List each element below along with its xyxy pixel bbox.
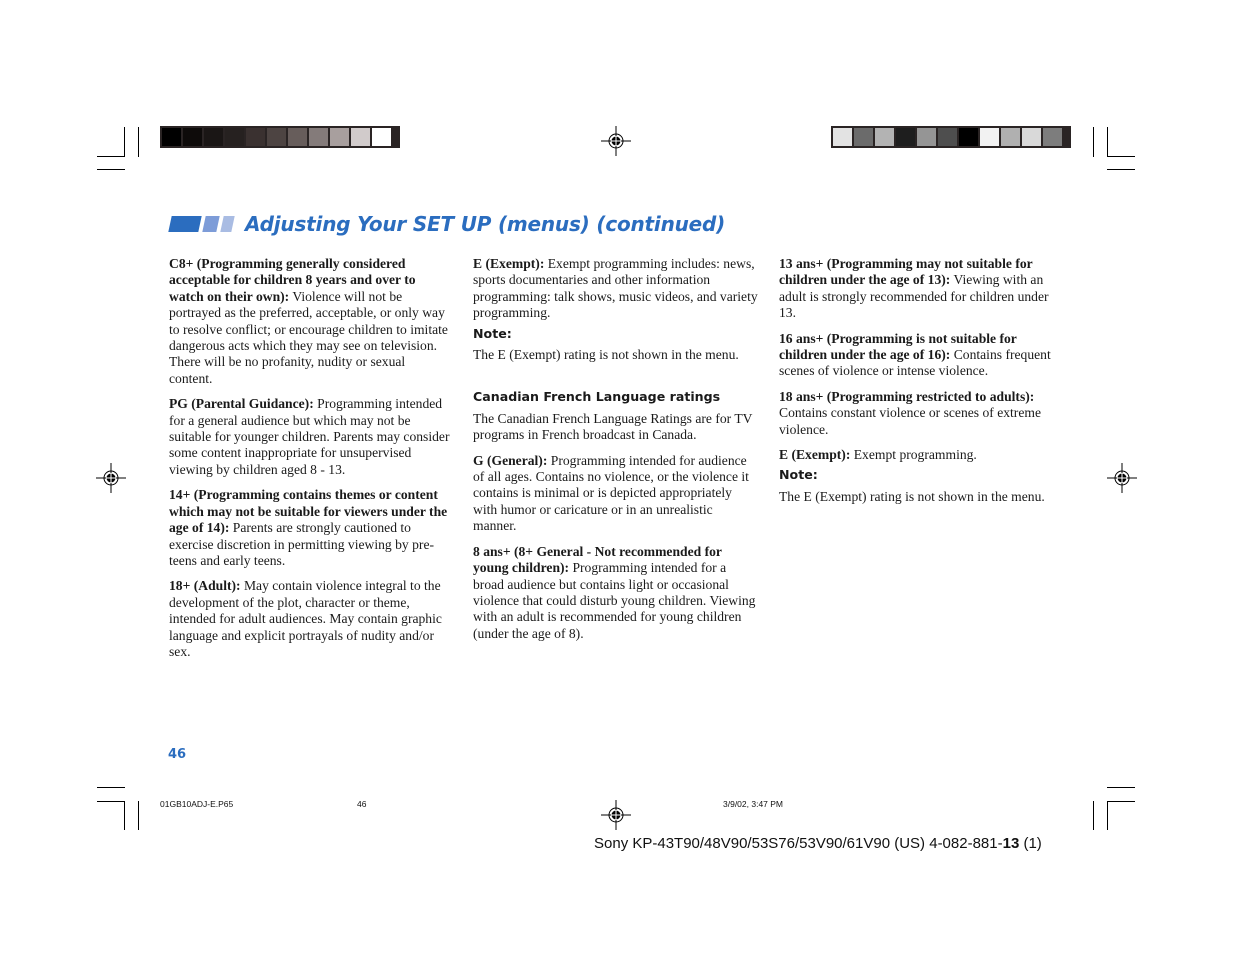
crop-mark xyxy=(97,801,125,802)
color-swatch xyxy=(288,128,307,146)
rating-term: G (General): xyxy=(473,452,548,468)
column-left: C8+ (Programming generally considered ac… xyxy=(169,256,451,669)
color-swatch xyxy=(267,128,286,146)
color-swatch xyxy=(875,128,894,146)
color-swatch xyxy=(1001,128,1020,146)
rating-entry: 8 ans+ (8+ General - Not recommended for… xyxy=(473,544,759,642)
color-swatch xyxy=(246,128,265,146)
crop-mark xyxy=(97,156,125,157)
rating-entry: C8+ (Programming generally considered ac… xyxy=(169,256,451,387)
crop-mark xyxy=(1093,801,1094,830)
color-swatch xyxy=(833,128,852,146)
crop-mark xyxy=(1107,801,1135,802)
rating-term: 18+ (Adult): xyxy=(169,578,241,594)
rating-term: E (Exempt): xyxy=(779,447,851,463)
grayscale-color-bar-right xyxy=(831,126,1071,148)
rating-entry: 14+ (Programming contains themes or cont… xyxy=(169,487,451,569)
crop-mark xyxy=(1093,127,1094,157)
registration-mark-icon xyxy=(601,126,631,156)
column-middle: E (Exempt): Exempt programming includes:… xyxy=(473,256,759,651)
color-swatch xyxy=(162,128,181,146)
color-swatch xyxy=(372,128,391,146)
column-right: 13 ans+ (Programming may not suitable fo… xyxy=(779,256,1063,514)
crop-mark xyxy=(1107,169,1135,170)
crop-mark xyxy=(124,801,125,830)
rating-entry: 16 ans+ (Programming is not suitable for… xyxy=(779,331,1063,380)
color-swatch xyxy=(330,128,349,146)
crop-mark xyxy=(1107,787,1135,788)
rating-entry: E (Exempt): Exempt programming includes:… xyxy=(473,256,759,322)
crop-mark xyxy=(1107,801,1108,830)
crop-mark xyxy=(97,169,125,170)
rating-term: 18 ans+ (Programming restricted to adult… xyxy=(779,388,1035,404)
slug-datetime: 3/9/02, 3:47 PM xyxy=(723,799,784,809)
rating-term: PG (Parental Guidance): xyxy=(169,396,314,412)
note-label: Note: xyxy=(779,467,818,483)
model-footer: Sony KP-43T90/48V90/53S76/53V90/61V90 (U… xyxy=(594,835,1042,852)
color-swatch xyxy=(980,128,999,146)
color-swatch xyxy=(1043,128,1062,146)
color-swatch xyxy=(183,128,202,146)
rating-entry: 18 ans+ (Programming restricted to adult… xyxy=(779,389,1063,438)
rating-term: E (Exempt): xyxy=(473,256,545,271)
rating-description: Contains constant violence or scenes of … xyxy=(779,405,1041,437)
slug-filename: 01GB10ADJ-E.P65 xyxy=(160,799,234,809)
rating-entry: E (Exempt): Exempt programming. xyxy=(779,447,1063,463)
color-swatch xyxy=(917,128,936,146)
title-decoration-icon xyxy=(168,216,235,232)
section-header: Adjusting Your SET UP (menus) (continued… xyxy=(168,212,726,236)
note-text: The E (Exempt) rating is not shown in th… xyxy=(779,488,1045,504)
color-swatch xyxy=(854,128,873,146)
color-swatch xyxy=(204,128,223,146)
crop-mark xyxy=(1107,127,1108,157)
crop-mark xyxy=(1107,156,1135,157)
slug-page: 46 xyxy=(357,799,367,809)
color-swatch xyxy=(1022,128,1041,146)
color-swatch xyxy=(938,128,957,146)
registration-mark-icon xyxy=(1107,463,1137,493)
note-label: Note: xyxy=(473,325,512,341)
rating-description: Exempt programming. xyxy=(850,447,977,463)
color-swatch xyxy=(351,128,370,146)
registration-mark-icon xyxy=(96,463,126,493)
rating-entry: 13 ans+ (Programming may not suitable fo… xyxy=(779,256,1063,322)
footer-suffix: (1) xyxy=(1019,835,1042,852)
note-text: The E (Exempt) rating is not shown in th… xyxy=(473,347,739,363)
rating-entry: 18+ (Adult): May contain violence integr… xyxy=(169,578,451,660)
page-title: Adjusting Your SET UP (menus) (continued… xyxy=(245,212,726,236)
page-number: 46 xyxy=(168,747,187,762)
color-swatch xyxy=(959,128,978,146)
crop-mark xyxy=(97,787,125,788)
section-heading: Canadian French Language ratings xyxy=(473,389,721,405)
rating-entry: PG (Parental Guidance): Programming inte… xyxy=(169,396,451,478)
crop-mark xyxy=(124,127,125,157)
crop-mark xyxy=(138,127,139,157)
footer-bold-number: 13 xyxy=(1002,835,1020,852)
registration-mark-icon xyxy=(601,800,631,830)
section-intro: The Canadian French Language Ratings are… xyxy=(473,410,753,443)
footer-model-text: Sony KP-43T90/48V90/53S76/53V90/61V90 (U… xyxy=(594,835,1003,852)
grayscale-color-bar xyxy=(160,126,400,148)
color-swatch xyxy=(225,128,244,146)
color-swatch xyxy=(309,128,328,146)
crop-mark xyxy=(138,801,139,830)
rating-entry: G (General): Programming intended for au… xyxy=(473,453,759,535)
color-swatch xyxy=(896,128,915,146)
